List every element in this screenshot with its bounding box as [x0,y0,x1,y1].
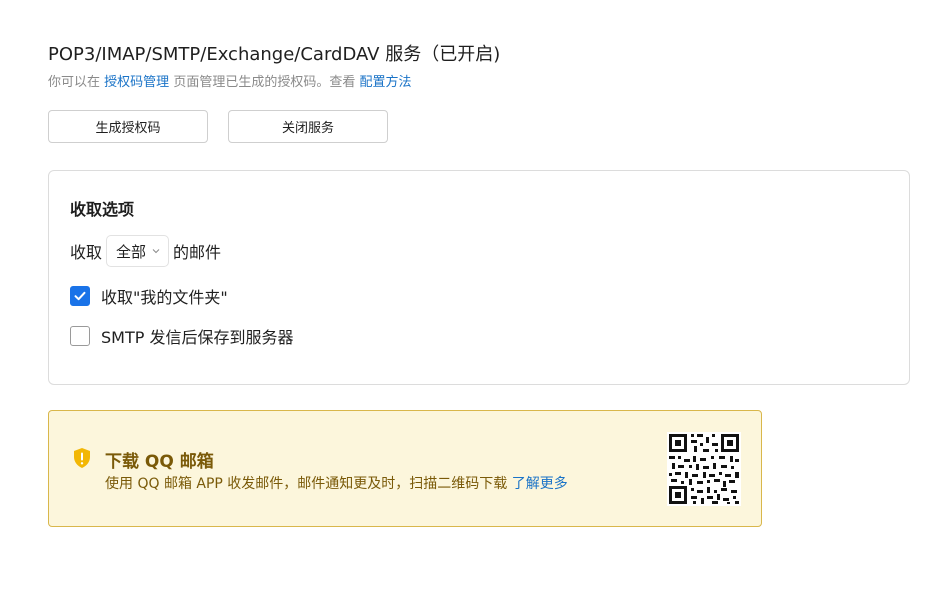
my-folders-option[interactable]: 收取"我的文件夹" [70,284,228,308]
description-middle: 页面管理已生成的授权码。查看 [173,75,356,90]
description-prefix: 你可以在 [48,75,101,90]
learn-more-link[interactable]: 了解更多 [512,476,568,492]
qr-code-icon [667,432,741,506]
my-folders-checkbox[interactable] [70,286,90,306]
receive-range-select[interactable]: 全部 [106,235,170,267]
smtp-save-label: SMTP 发信后保存到服务器 [101,328,294,347]
smtp-save-checkbox[interactable] [70,326,90,346]
smtp-save-option[interactable]: SMTP 发信后保存到服务器 [70,324,293,348]
receive-options-title: 收取选项 [70,200,135,219]
shield-icon [74,448,90,468]
receive-suffix: 的邮件 [173,243,222,262]
check-icon [74,291,86,301]
download-app-banner: 下载 QQ 邮箱 使用 QQ 邮箱 APP 收发邮件，邮件通知更及时，扫描二维码… [48,410,762,527]
receive-range-value: 全部 [116,242,147,261]
auth-code-manage-link[interactable]: 授权码管理 [104,75,169,90]
receive-prefix: 收取 [70,243,103,262]
service-description: 你可以在 授权码管理 页面管理已生成的授权码。查看 配置方法 [48,71,411,90]
receive-range-row: 收取 全部 的邮件 [70,234,221,268]
banner-desc-text: 使用 QQ 邮箱 APP 收发邮件，邮件通知更及时，扫描二维码下载 [105,476,508,492]
receive-options-panel: 收取选项 收取 全部 的邮件 收取"我的文件夹" SMTP 发信后保存到服务器 [48,170,910,385]
my-folders-label: 收取"我的文件夹" [101,288,228,307]
page-title: POP3/IMAP/SMTP/Exchange/CardDAV 服务（已开启) [48,44,501,65]
generate-auth-code-button[interactable]: 生成授权码 [48,110,208,143]
config-method-link[interactable]: 配置方法 [359,75,411,90]
banner-title: 下载 QQ 邮箱 [105,452,214,472]
close-service-button[interactable]: 关闭服务 [228,110,388,143]
banner-description: 使用 QQ 邮箱 APP 收发邮件，邮件通知更及时，扫描二维码下载 了解更多 [105,473,568,493]
chevron-down-icon [152,249,160,254]
